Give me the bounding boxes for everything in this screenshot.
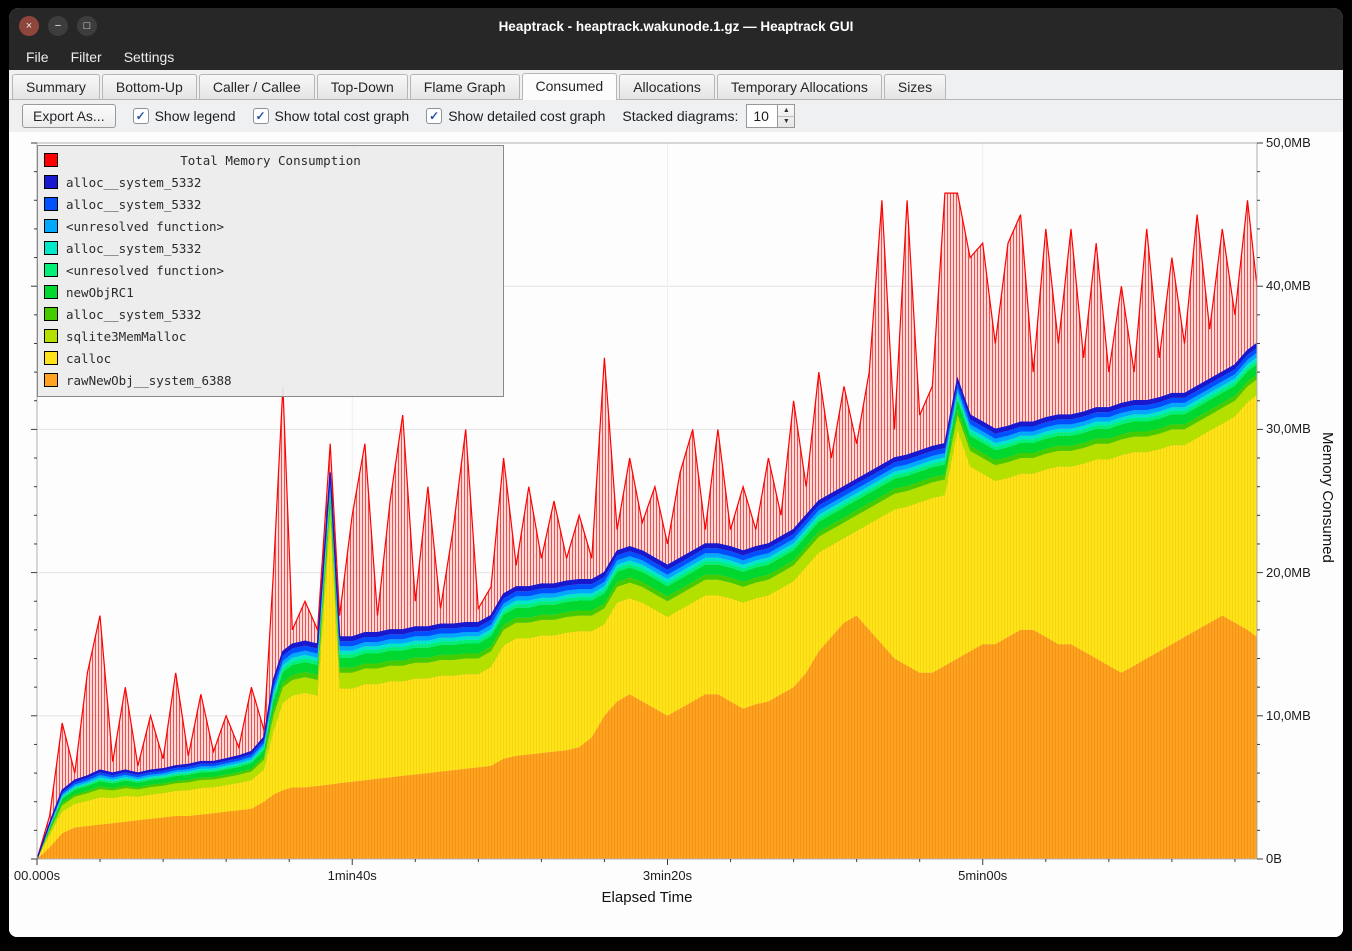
y-tick-label: 0B	[1266, 851, 1282, 866]
legend-item[interactable]: alloc__system_5332	[38, 303, 503, 325]
legend-item[interactable]: <unresolved function>	[38, 259, 503, 281]
y-tick-label: 10,0MB	[1266, 708, 1311, 723]
stacked-diagrams-spinbox: 10 ▲ ▼	[746, 104, 795, 128]
y-axis-title: Memory Consumed	[1319, 432, 1336, 563]
x-tick-label: 1min40s	[328, 868, 377, 883]
legend-swatch	[44, 285, 58, 299]
legend-swatch	[44, 219, 58, 233]
x-tick-label: 3min20s	[643, 868, 692, 883]
legend-swatch	[44, 329, 58, 343]
stacked-diagrams-label: Stacked diagrams:	[622, 108, 738, 124]
export-as-button[interactable]: Export As...	[22, 104, 116, 128]
minimize-button[interactable]: −	[48, 16, 68, 36]
maximize-button[interactable]: □	[77, 16, 97, 36]
legend-label: alloc__system_5332	[66, 241, 201, 256]
checkbox-box[interactable]: ✓	[426, 108, 442, 124]
tab-allocations[interactable]: Allocations	[619, 74, 715, 99]
legend-swatch	[44, 263, 58, 277]
legend-swatch	[44, 351, 58, 365]
legend-title: Total Memory Consumption	[180, 153, 361, 168]
tab-bottom-up[interactable]: Bottom-Up	[102, 74, 197, 99]
tab-top-down[interactable]: Top-Down	[317, 74, 408, 99]
toolbar: Export As... ✓ Show legend ✓ Show total cos…	[9, 100, 1343, 132]
checkbox-label: Show total cost graph	[275, 108, 410, 124]
legend-swatch	[44, 307, 58, 321]
legend-title-row: Total Memory Consumption	[38, 149, 503, 171]
legend-label: calloc	[66, 351, 111, 366]
legend-item[interactable]: alloc__system_5332	[38, 237, 503, 259]
checkbox-label: Show legend	[155, 108, 236, 124]
legend-item[interactable]: <unresolved function>	[38, 215, 503, 237]
window-title: Heaptrack - heaptrack.wakunode.1.gz — He…	[9, 19, 1343, 34]
heaptrack-window: × − □ Heaptrack - heaptrack.wakunode.1.g…	[9, 8, 1343, 937]
legend-swatch	[44, 373, 58, 387]
legend-label: alloc__system_5332	[66, 307, 201, 322]
x-axis-title: Elapsed Time	[37, 889, 1257, 906]
legend-label: sqlite3MemMalloc	[66, 329, 186, 344]
legend-label: <unresolved function>	[66, 263, 224, 278]
legend-label: alloc__system_5332	[66, 175, 201, 190]
legend-label: alloc__system_5332	[66, 197, 201, 212]
chart-legend: Total Memory Consumption alloc__system_5…	[37, 145, 504, 397]
checkbox-box[interactable]: ✓	[253, 108, 269, 124]
tab-caller-callee[interactable]: Caller / Callee	[199, 74, 315, 99]
titlebar: × − □ Heaptrack - heaptrack.wakunode.1.g…	[9, 8, 1343, 44]
tab-consumed[interactable]: Consumed	[522, 73, 618, 100]
x-tick-label: 5min00s	[958, 868, 1007, 883]
legend-item[interactable]: calloc	[38, 347, 503, 369]
stacked-diagrams-value[interactable]: 10	[746, 104, 778, 128]
tab-temporary-allocations[interactable]: Temporary Allocations	[717, 74, 882, 99]
legend-rows: alloc__system_5332 alloc__system_5332 <unr…	[38, 171, 503, 391]
spin-up-icon[interactable]: ▲	[778, 105, 794, 116]
close-button[interactable]: ×	[19, 16, 39, 36]
y-tick-label: 50,0MB	[1266, 135, 1311, 150]
legend-label: newObjRC1	[66, 285, 134, 300]
legend-swatch	[44, 175, 58, 189]
y-tick-label: 20,0MB	[1266, 565, 1311, 580]
legend-item[interactable]: alloc__system_5332	[38, 171, 503, 193]
checkbox-show-total-cost-graph[interactable]: ✓ Show total cost graph	[253, 108, 410, 124]
legend-label: rawNewObj__system_6388	[66, 373, 232, 388]
tab-summary[interactable]: Summary	[12, 74, 100, 99]
menubar: FileFilterSettings	[9, 44, 1343, 70]
legend-item[interactable]: rawNewObj__system_6388	[38, 369, 503, 391]
total-swatch	[44, 153, 58, 167]
tab-flame-graph[interactable]: Flame Graph	[410, 74, 520, 99]
chart-panel: Total Memory Consumption alloc__system_5…	[9, 132, 1343, 937]
legend-item[interactable]: newObjRC1	[38, 281, 503, 303]
menu-file[interactable]: File	[15, 46, 60, 68]
checkbox-label: Show detailed cost graph	[448, 108, 605, 124]
checkbox-show-legend[interactable]: ✓ Show legend	[133, 108, 236, 124]
menu-settings[interactable]: Settings	[113, 46, 186, 68]
legend-item[interactable]: sqlite3MemMalloc	[38, 325, 503, 347]
y-tick-label: 40,0MB	[1266, 278, 1311, 293]
checkbox-box[interactable]: ✓	[133, 108, 149, 124]
legend-swatch	[44, 197, 58, 211]
y-tick-label: 30,0MB	[1266, 421, 1311, 436]
tab-bar: SummaryBottom-UpCaller / CalleeTop-DownF…	[9, 70, 1343, 100]
stacked-diagrams-group: Stacked diagrams: 10 ▲ ▼	[622, 104, 795, 128]
x-tick-label: 00.000s	[14, 868, 60, 883]
legend-label: <unresolved function>	[66, 219, 224, 234]
checkbox-show-detailed-cost-graph[interactable]: ✓ Show detailed cost graph	[426, 108, 605, 124]
tab-sizes[interactable]: Sizes	[884, 74, 946, 99]
spin-down-icon[interactable]: ▼	[778, 116, 794, 128]
legend-swatch	[44, 241, 58, 255]
legend-item[interactable]: alloc__system_5332	[38, 193, 503, 215]
menu-filter[interactable]: Filter	[60, 46, 113, 68]
toolbar-checkboxes: ✓ Show legend ✓ Show total cost graph ✓ Show …	[133, 108, 606, 124]
